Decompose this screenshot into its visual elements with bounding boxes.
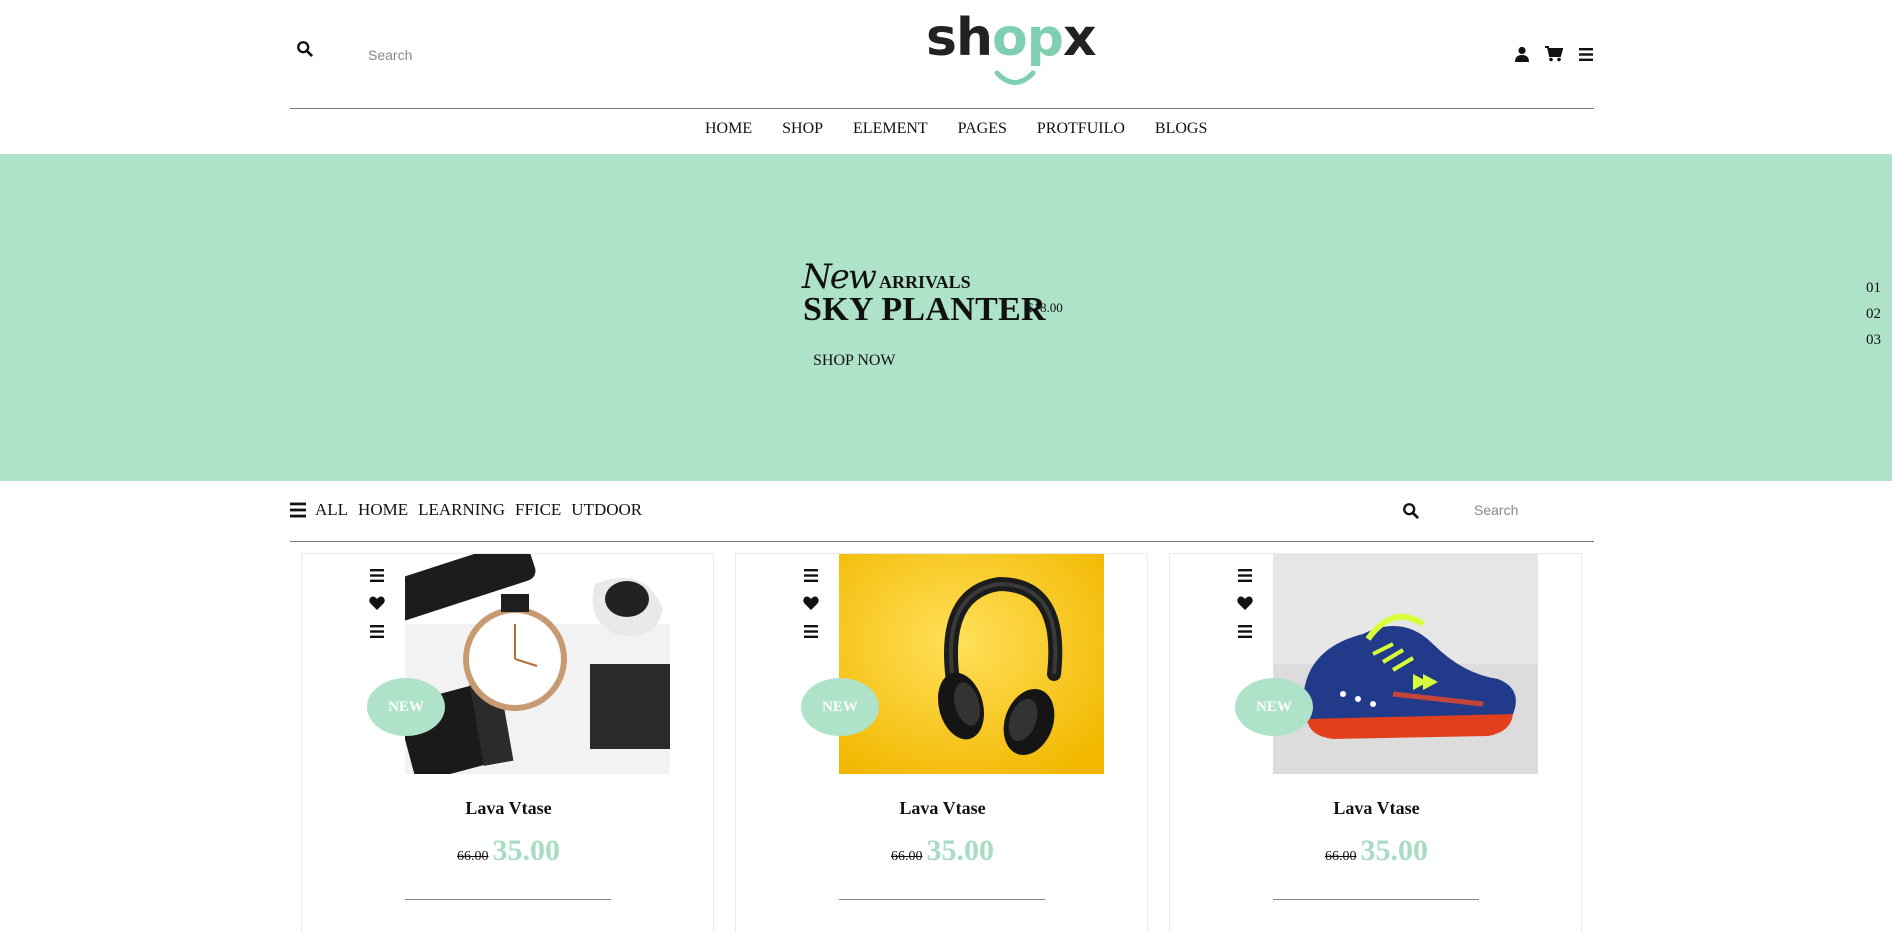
shop-now-button[interactable]: SHOP NOW bbox=[813, 352, 896, 370]
logo-suffix: x bbox=[1062, 8, 1097, 68]
tab-office[interactable]: FFICE bbox=[515, 500, 561, 520]
card-actions bbox=[1237, 566, 1253, 640]
tab-all[interactable]: ALL bbox=[315, 500, 348, 520]
slide-03[interactable]: 03 bbox=[1866, 330, 1881, 350]
details-icon[interactable] bbox=[1237, 622, 1253, 640]
product-price: 66.00 35.00 bbox=[736, 834, 1149, 868]
nav-element[interactable]: ELEMENT bbox=[838, 120, 943, 138]
header-actions bbox=[1512, 44, 1596, 64]
main-nav: HOME SHOP ELEMENT PAGES PROTFUILO BLOGS bbox=[690, 120, 1222, 138]
heart-icon[interactable] bbox=[803, 594, 819, 612]
details-icon[interactable] bbox=[803, 622, 819, 640]
hero-title: SKY PLANTER bbox=[803, 291, 1046, 328]
sale-price: 35.00 bbox=[926, 834, 995, 867]
product-name[interactable]: Lava Vtase bbox=[736, 798, 1149, 819]
filter-tabs: ALL HOME LEARNING FFICE UTDOOR bbox=[315, 500, 642, 520]
filter-search[interactable]: Search bbox=[1402, 502, 1518, 525]
compare-icon[interactable] bbox=[369, 566, 385, 584]
logo-accent: o bbox=[991, 8, 1028, 68]
compare-icon[interactable] bbox=[1237, 566, 1253, 584]
slide-02[interactable]: 02 bbox=[1866, 304, 1881, 324]
search-input[interactable]: Search bbox=[368, 47, 412, 63]
slide-01[interactable]: 01 bbox=[1866, 278, 1881, 298]
product-image-headphones[interactable] bbox=[839, 554, 1104, 774]
hero-arrivals-label: ARRIVALS bbox=[878, 272, 971, 292]
card-actions bbox=[803, 566, 819, 640]
filter-divider bbox=[290, 541, 1594, 542]
tab-outdoor[interactable]: UTDOOR bbox=[571, 500, 642, 520]
heart-icon[interactable] bbox=[369, 594, 385, 612]
product-image-watch[interactable] bbox=[405, 554, 670, 774]
product-grid: NEW Lava Vtase 66.00 35.00 NEW Lava Vtas… bbox=[301, 553, 1585, 932]
product-card[interactable]: NEW Lava Vtase 66.00 35.00 bbox=[301, 553, 714, 932]
product-price: 66.00 35.00 bbox=[1170, 834, 1583, 868]
nav-pages[interactable]: PAGES bbox=[943, 120, 1022, 138]
nav-home[interactable]: HOME bbox=[690, 120, 767, 138]
heart-icon[interactable] bbox=[1237, 594, 1253, 612]
shopx-logo[interactable]: shopx bbox=[926, 12, 1096, 90]
new-badge: NEW bbox=[1235, 678, 1313, 736]
logo-wordmark: shopx bbox=[926, 12, 1096, 64]
search-icon[interactable] bbox=[296, 40, 314, 58]
new-badge: NEW bbox=[367, 678, 445, 736]
header-divider bbox=[290, 108, 1594, 109]
filter-menu-icon[interactable] bbox=[290, 502, 306, 518]
sale-price: 35.00 bbox=[492, 834, 561, 867]
old-price: 66.00 bbox=[891, 849, 923, 864]
nav-portfolio[interactable]: PROTFUILO bbox=[1022, 120, 1140, 138]
site-header: Search shopx HOME SHOP ELEMENT PAGES PRO… bbox=[0, 0, 1892, 154]
details-icon[interactable] bbox=[369, 622, 385, 640]
menu-icon[interactable] bbox=[1576, 44, 1596, 64]
compare-icon[interactable] bbox=[803, 566, 819, 584]
slide-pagination: 01 02 03 bbox=[1866, 278, 1881, 350]
logo-p: p bbox=[1026, 8, 1064, 68]
product-price: 66.00 35.00 bbox=[302, 834, 715, 868]
old-price: 66.00 bbox=[457, 849, 489, 864]
hero-price: $18.00 bbox=[1027, 300, 1063, 315]
hero-banner: New ARRIVALS SKY PLANTER $18.00 SHOP NOW… bbox=[0, 154, 1892, 481]
nav-shop[interactable]: SHOP bbox=[767, 120, 838, 138]
old-price: 66.00 bbox=[1325, 849, 1357, 864]
new-badge: NEW bbox=[801, 678, 879, 736]
tab-home[interactable]: HOME bbox=[358, 500, 408, 520]
user-icon[interactable] bbox=[1512, 44, 1532, 64]
card-divider bbox=[1273, 899, 1479, 900]
cart-icon[interactable] bbox=[1544, 44, 1564, 64]
logo-prefix: sh bbox=[926, 8, 993, 68]
product-name[interactable]: Lava Vtase bbox=[302, 798, 715, 819]
sale-price: 35.00 bbox=[1360, 834, 1429, 867]
product-card[interactable]: NEW Lava Vtase 66.00 35.00 bbox=[735, 553, 1148, 932]
filter-search-input[interactable]: Search bbox=[1474, 502, 1518, 518]
tab-learning[interactable]: LEARNING bbox=[418, 500, 505, 520]
header-search[interactable]: Search bbox=[296, 40, 412, 63]
product-image-sneaker[interactable] bbox=[1273, 554, 1538, 774]
card-divider bbox=[405, 899, 611, 900]
logo-smile-icon bbox=[994, 70, 1036, 85]
nav-blogs[interactable]: BLOGS bbox=[1140, 120, 1222, 138]
product-filter-bar: ALL HOME LEARNING FFICE UTDOOR Search bbox=[290, 498, 1594, 542]
card-divider bbox=[839, 899, 1045, 900]
product-card[interactable]: NEW Lava Vtase 66.00 35.00 bbox=[1169, 553, 1582, 932]
search-icon[interactable] bbox=[1402, 502, 1420, 520]
card-actions bbox=[369, 566, 385, 640]
product-name[interactable]: Lava Vtase bbox=[1170, 798, 1583, 819]
